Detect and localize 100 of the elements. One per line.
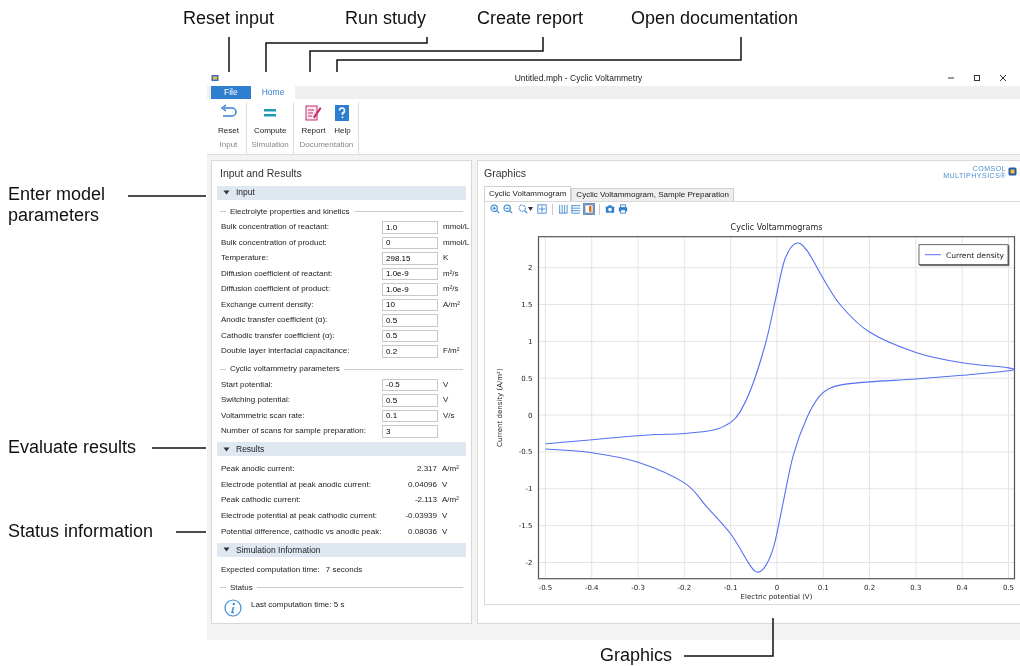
callout-label: Reset input (183, 8, 275, 29)
help-icon (333, 103, 352, 122)
zoom-out-icon (503, 204, 513, 214)
result-label: Peak anodic current: (221, 462, 296, 475)
printer-button[interactable] (617, 203, 629, 215)
field-label: Switching potential: (221, 394, 291, 407)
info-value: 7 seconds (325, 564, 363, 576)
result-value: -0.03939 (404, 510, 437, 523)
result-label: Potential difference, cathodic vs anodic peak: (221, 526, 383, 539)
input-field[interactable]: 1.0 (382, 221, 438, 234)
input-field[interactable]: 0.5 (382, 329, 438, 342)
input-field[interactable]: -0.5 (382, 378, 438, 391)
field-label: Exchange current density: (221, 298, 315, 311)
zoom-in-icon (490, 204, 500, 214)
unit-label: mmol/L (443, 221, 471, 234)
field-label: Anodic transfer coefficient (α): (221, 314, 329, 327)
status-message: Last computation time: 5 s (251, 599, 345, 611)
file-menu-tab[interactable]: File (211, 86, 251, 99)
field-label: Voltammetric scan rate: (221, 409, 306, 422)
unit-label: K (443, 252, 450, 265)
section-header[interactable]: Input (217, 185, 466, 200)
zoom-in-button[interactable] (489, 203, 501, 215)
ribbon-tab[interactable]: Home (250, 86, 296, 99)
callout-label: Run study (345, 8, 427, 29)
callout-label: Open documentation (631, 8, 799, 29)
horizontal-lines-button[interactable] (570, 203, 582, 215)
legend-button[interactable] (583, 203, 595, 215)
section-header[interactable]: Results (217, 442, 466, 456)
vertical-lines-button[interactable] (557, 203, 569, 215)
ribbon-button[interactable]: Reset (214, 101, 243, 139)
graphics-tab[interactable]: Cyclic Voltammogram (484, 185, 572, 201)
field-label: Diffusion coefficient of product: (221, 283, 332, 296)
input-field[interactable]: 0.5 (382, 394, 438, 407)
input-field[interactable]: 1.0e-9 (382, 283, 438, 296)
callout-label: Enter model parameters (8, 184, 107, 226)
minimize-icon (947, 74, 955, 82)
input-field[interactable]: 10 (382, 298, 438, 311)
graphics-tab[interactable]: Cyclic Voltammogram, Sample Preparation (571, 187, 734, 201)
section-header[interactable]: Simulation Information (217, 543, 466, 557)
callout-label: Evaluate results (8, 437, 137, 458)
unit-label: V (442, 478, 449, 491)
input-field[interactable]: 0.5 (382, 314, 438, 327)
unit-label: mmol/L (443, 236, 471, 249)
camera-button[interactable] (604, 203, 616, 215)
input-field[interactable]: 0 (382, 236, 438, 249)
result-value: 0.08036 (407, 526, 437, 539)
field-label: Start potential: (221, 378, 274, 391)
field-label: Cathodic transfer coefficient (α): (221, 329, 336, 342)
unit-label: A/m² (442, 494, 460, 507)
field-label: Bulk concentration of product: (221, 236, 328, 249)
result-value: -2.113 (413, 494, 437, 507)
result-value: 0.04096 (407, 478, 437, 491)
field-label: Double layer interfacial capacitance: (221, 345, 351, 358)
callout-label: Create report (477, 8, 584, 29)
printer-icon (618, 204, 628, 214)
group-label: Simulation (251, 138, 289, 151)
unit-label: m²/s (443, 283, 460, 296)
camera-icon (605, 204, 615, 214)
leader-line (228, 36, 230, 73)
logo-icon (1008, 167, 1017, 177)
ribbon-button[interactable]: Help (329, 101, 356, 139)
unit-label: V/s (443, 409, 456, 422)
zoom-extents-icon (537, 204, 547, 214)
input-field[interactable]: 0.2 (382, 345, 438, 358)
unit-label: V (442, 510, 449, 523)
zoom-box-icon (517, 204, 528, 214)
panel-title: Input and Results (219, 165, 303, 181)
group-legend: Electrolyte properties and kinetics (230, 205, 350, 218)
group-label: Documentation (299, 138, 354, 151)
callout-label: Graphics (600, 645, 673, 666)
input-field[interactable]: 0.1 (382, 409, 438, 422)
chart-title: Cyclic Voltammograms (730, 222, 823, 232)
input-field[interactable]: 3 (382, 425, 438, 438)
info-icon (224, 599, 242, 617)
unit-label: m²/s (443, 267, 460, 280)
ribbon-button[interactable]: Report (297, 101, 330, 139)
input-field[interactable]: 1.0e-9 (382, 267, 438, 280)
input-field[interactable]: 298.15 (382, 252, 438, 265)
zoom-box-button[interactable] (515, 203, 535, 215)
unit-label: V (443, 378, 450, 391)
window-title: Untitled.mph - Cyclic Voltammetry (513, 71, 644, 85)
result-label: Electrode potential at peak cathodic current: (221, 510, 379, 523)
field-label: Temperature: (221, 252, 270, 265)
group-label: Input (219, 138, 238, 151)
horizontal-lines-icon (571, 204, 581, 214)
app-icon (211, 74, 219, 82)
maximize-icon (973, 74, 981, 82)
caret-down-icon (527, 207, 533, 211)
legend-line (924, 253, 942, 255)
panel-title: Graphics (484, 165, 526, 181)
info-label: Expected computation time: (221, 564, 320, 576)
field-label: Bulk concentration of reactant: (221, 221, 331, 234)
callout-label: Status information (8, 521, 154, 542)
group-legend: Status (230, 582, 253, 594)
unit-label: V (442, 526, 449, 539)
ribbon-button[interactable]: Compute (249, 101, 291, 139)
result-value: 2.317 (415, 462, 437, 475)
result-label: Electrode potential at peak anodic current: (221, 478, 372, 491)
zoom-out-button[interactable] (502, 203, 514, 215)
zoom-extents-button[interactable] (536, 203, 548, 215)
